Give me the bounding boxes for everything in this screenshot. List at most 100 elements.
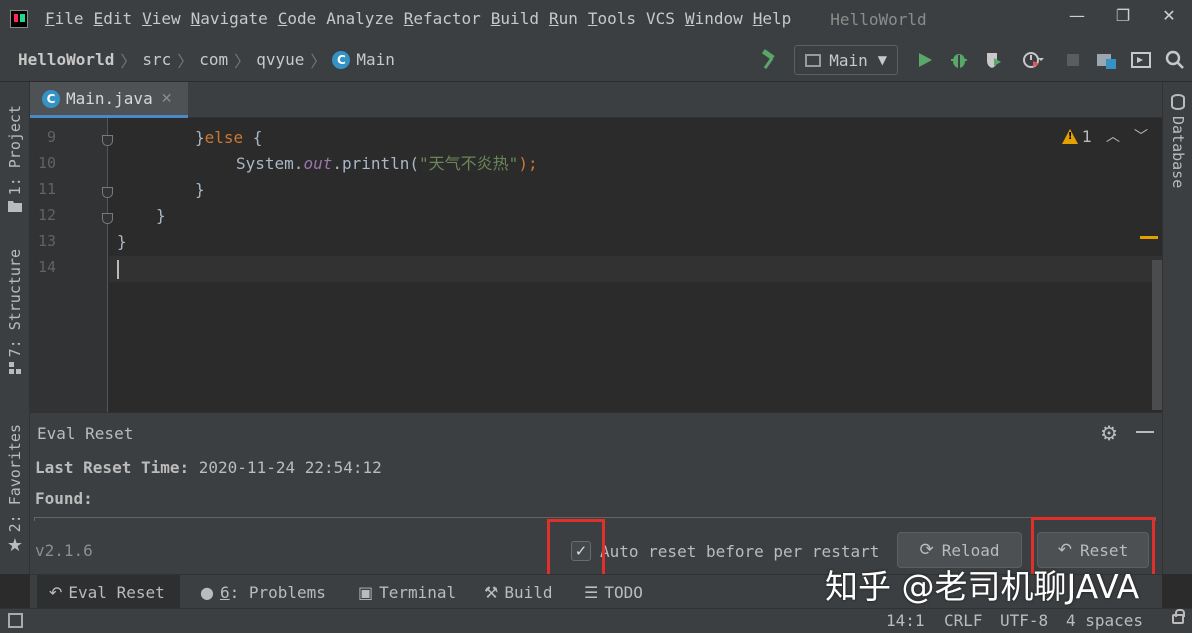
toggle-tool-windows-icon[interactable]: [8, 613, 23, 628]
coverage-shield-icon[interactable]: [976, 43, 1010, 77]
breadcrumb-separator-icon: 〉: [310, 51, 327, 71]
auto-reset-label[interactable]: Auto reset before per restart: [600, 542, 879, 561]
vertical-scrollbar[interactable]: [1152, 260, 1162, 410]
intellij-logo-icon: [10, 10, 28, 28]
menu-item[interactable]: Analyze: [321, 0, 398, 38]
warning-count: 1: [1081, 126, 1092, 146]
application-config-icon: [805, 53, 822, 67]
run-config-label: Main: [829, 50, 868, 70]
caret-position[interactable]: 14:1: [886, 611, 925, 630]
code-line-13: }: [117, 232, 127, 251]
tool-tab-label: TODO: [604, 582, 643, 602]
menu-label: indow: [694, 9, 743, 28]
editor-gutter: 9 10 11 12 13 14: [30, 118, 113, 412]
presentation-mode-icon[interactable]: [1124, 43, 1158, 77]
status-bar: 14:1 CRLF UTF-8 4 spaces: [0, 608, 1192, 633]
tool-tab-project[interactable]: 1: Project: [0, 94, 30, 224]
tool-tab-terminal[interactable]: ▣ Terminal: [358, 575, 456, 609]
chevron-down-icon: ▼: [877, 53, 887, 67]
navigation-bar: HelloWorld 〉 src 〉 com 〉 qvyue 〉 C Main M…: [0, 38, 1192, 82]
menu-item[interactable]: Run: [544, 0, 583, 38]
search-icon[interactable]: [1158, 43, 1192, 77]
editor-tab-main-java[interactable]: C Main.java ✕: [30, 82, 188, 118]
line-number: 10: [37, 154, 56, 172]
lock-icon[interactable]: [1172, 609, 1185, 624]
tool-tab-structure[interactable]: 7: Structure: [0, 242, 30, 382]
menu-item[interactable]: Refactor: [399, 0, 486, 38]
project-structure-icon[interactable]: [1090, 43, 1124, 77]
hide-panel-icon[interactable]: [1136, 431, 1154, 433]
fold-marker-icon[interactable]: [102, 187, 113, 198]
build-hammer-icon[interactable]: [752, 43, 786, 77]
tool-tab-build[interactable]: ⚒ Build: [484, 575, 553, 609]
run-config-selector[interactable]: Main ▼: [794, 45, 898, 75]
tool-tab-favorites[interactable]: 2: Favorites ★: [0, 420, 30, 560]
menu-item[interactable]: Edit: [89, 0, 138, 38]
menu-mnemonic: R: [403, 9, 414, 28]
menu-label: ools: [597, 9, 637, 28]
chevron-up-icon[interactable]: ︿: [1106, 126, 1120, 146]
maximize-icon[interactable]: ❐: [1100, 0, 1146, 30]
window-title: HelloWorld: [830, 9, 927, 29]
breadcrumb-project[interactable]: HelloWorld: [18, 50, 114, 69]
fold-marker-icon[interactable]: [102, 213, 113, 224]
menu-item[interactable]: Window: [680, 0, 748, 38]
menu-mnemonic: T: [587, 9, 598, 28]
chevron-down-icon[interactable]: ﹀: [1134, 126, 1148, 146]
info-icon: ●: [200, 582, 214, 602]
code-editor[interactable]: 9 10 11 12 13 14 }else { System.out.prin…: [30, 118, 1162, 412]
line-number: 12: [37, 206, 56, 224]
tool-tab-eval-reset[interactable]: ↶ Eval Reset: [37, 575, 180, 609]
close-icon[interactable]: ✕: [1146, 0, 1192, 30]
indent-setting[interactable]: 4 spaces: [1066, 611, 1143, 630]
breadcrumb-main[interactable]: C Main: [332, 50, 395, 69]
line-number: 13: [37, 232, 56, 250]
tool-tab-database[interactable]: Database: [1163, 94, 1192, 188]
main-toolbar: Main ▼: [752, 38, 1192, 82]
stop-icon[interactable]: [1056, 43, 1090, 77]
current-line-highlight: [109, 256, 1162, 282]
file-encoding[interactable]: UTF-8: [1000, 611, 1048, 630]
run-icon[interactable]: [908, 43, 942, 77]
last-reset-label: Last Reset Time:: [35, 458, 190, 477]
code-keyword: else: [204, 128, 244, 147]
menu-item[interactable]: File: [40, 0, 89, 38]
menu-item[interactable]: Code: [273, 0, 322, 38]
fold-marker-icon[interactable]: [102, 135, 113, 146]
menu-label: Analyze: [326, 9, 394, 28]
profiler-icon[interactable]: [1010, 43, 1056, 77]
close-tab-icon[interactable]: ✕: [161, 91, 173, 107]
inspection-widget[interactable]: 1 ︿ ﹀: [1061, 126, 1148, 146]
tool-tab-label: Eval Reset: [68, 582, 165, 602]
gear-icon[interactable]: ⚙: [1100, 421, 1118, 445]
menu-label: uild: [500, 9, 539, 28]
breadcrumb-src[interactable]: src: [142, 50, 171, 69]
menu-label: un: [558, 9, 578, 28]
menu-item[interactable]: Build: [486, 0, 544, 38]
breadcrumb-com[interactable]: com: [199, 50, 228, 69]
breadcrumb-label: com: [199, 50, 229, 69]
minimize-icon[interactable]: —: [1054, 0, 1100, 30]
menu-item[interactable]: View: [137, 0, 186, 38]
tool-tab-label: Terminal: [379, 582, 457, 602]
tool-tab-problems[interactable]: ● 6: Problems: [200, 575, 326, 609]
java-class-icon: C: [332, 50, 351, 69]
breadcrumb-qvyue[interactable]: qvyue: [256, 50, 304, 69]
debug-bug-icon[interactable]: [942, 43, 976, 77]
code-line-12: }: [156, 206, 166, 225]
menu-item[interactable]: Help: [748, 0, 797, 38]
tool-tab-todo[interactable]: ☰ TODO: [584, 575, 643, 609]
warning-stripe-marker[interactable]: [1140, 236, 1158, 239]
breadcrumb-label: Main: [356, 50, 395, 69]
last-reset-value: 2020-11-24 22:54:12: [198, 458, 382, 477]
code-field: out: [303, 154, 333, 173]
text-caret: [117, 260, 119, 279]
menu-item[interactable]: Tools: [583, 0, 641, 38]
menu-item[interactable]: Navigate: [186, 0, 273, 38]
breadcrumb-label: HelloWorld: [18, 50, 115, 69]
menu-mnemonic: C: [277, 9, 288, 28]
line-separator[interactable]: CRLF: [944, 611, 983, 630]
menu-label: dit: [103, 9, 133, 28]
folder-icon: [8, 201, 22, 213]
menu-item[interactable]: VCS: [641, 0, 680, 38]
